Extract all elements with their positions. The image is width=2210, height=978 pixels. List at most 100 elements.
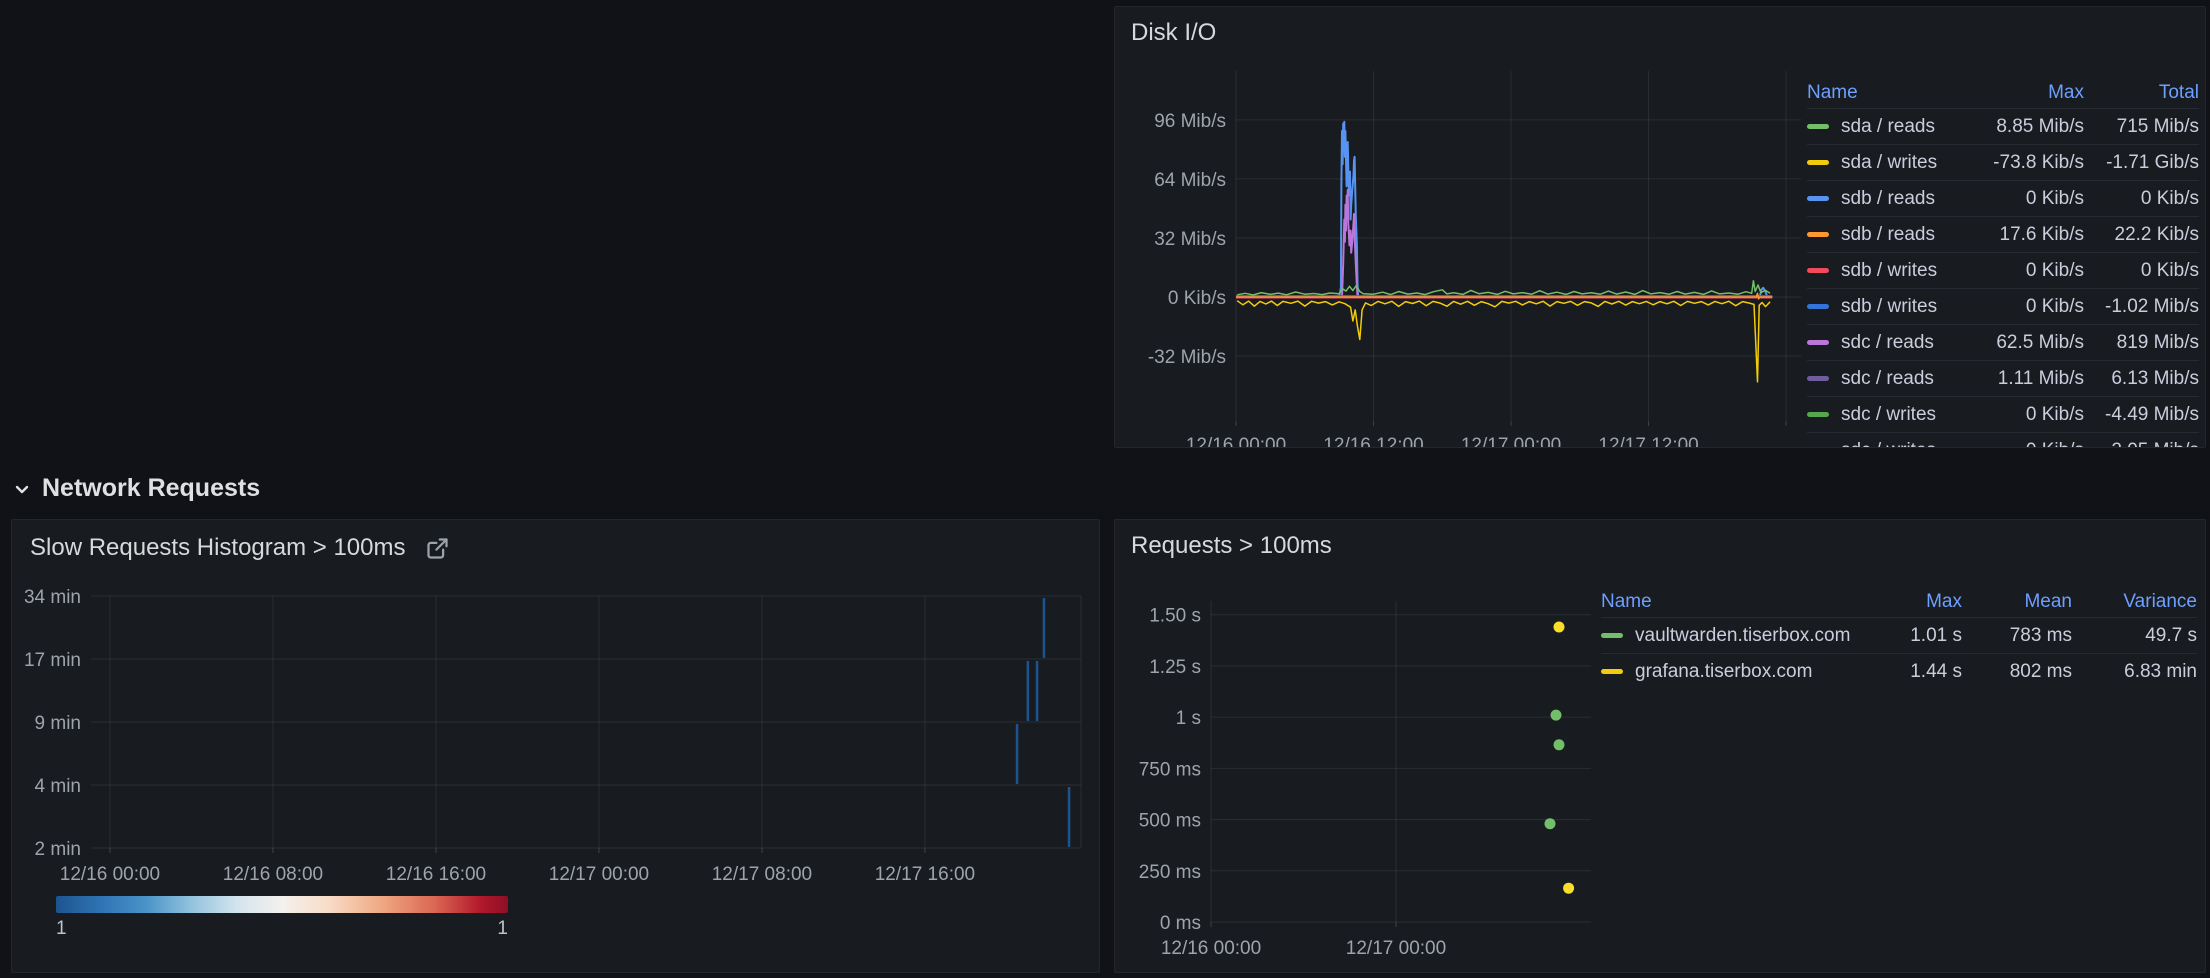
disk-x-tick-label: 12/17 00:00 [1461,435,1561,448]
legend-row[interactable]: sdb / writes0 Kib/s0 Kib/s [1807,252,2199,288]
legend-value: 0 Kib/s [1969,188,2084,210]
section-network-requests[interactable]: Network Requests [10,474,260,503]
legend-value: 6.13 Mib/s [2084,368,2199,390]
series-color-pill [1807,340,1829,345]
heatmap-cell [1068,787,1071,847]
legend-value: 22.2 Kib/s [2084,224,2199,246]
legend-value: 0 Kib/s [2084,260,2199,282]
legend-row[interactable]: sdb / writes0 Kib/s-1.02 Mib/s [1807,288,2199,324]
disk-io-legend-table: NameMaxTotalsda / reads8.85 Mib/s715 Mib… [1807,77,2199,448]
legend-row[interactable]: sdc / reads1.11 Mib/s6.13 Mib/s [1807,360,2199,396]
legend-series-name: grafana.tiserbox.com [1601,661,1867,683]
requests-legend-table: NameMaxMeanVariancevaultwarden.tiserbox.… [1601,586,2197,689]
scatter-point [1554,739,1565,750]
legend-col-variance[interactable]: Variance [2072,591,2197,613]
external-link-icon[interactable] [424,535,451,562]
heatmap-cell [1036,661,1039,721]
series-color-pill [1601,633,1623,638]
disk-y-tick-label: 64 Mib/s [1154,170,1226,191]
series-line [1237,301,1770,382]
chevron-down-icon [10,477,34,501]
series-color-pill [1601,669,1623,674]
hist-y-tick-label: 2 min [35,839,81,860]
legend-row[interactable]: sdb / reads17.6 Kib/s22.2 Kib/s [1807,216,2199,252]
series-color-pill [1807,196,1829,201]
legend-value: 1.01 s [1867,625,1962,647]
heatmap-cell [1043,598,1046,658]
disk-x-tick-label: 12/17 12:00 [1598,435,1698,448]
requests-y-tick-label: 500 ms [1139,811,1201,832]
legend-row[interactable]: grafana.tiserbox.com1.44 s802 ms6.83 min [1601,653,2197,689]
legend-col-max[interactable]: Max [1867,591,1962,613]
legend-series-name: sdc / reads [1807,368,1969,390]
disk-y-tick-label: 96 Mib/s [1154,111,1226,132]
requests-y-tick-label: 1.25 s [1149,657,1201,678]
legend-series-name: sdb / reads [1807,224,1969,246]
disk-y-tick-label: 0 Kib/s [1168,288,1226,309]
legend-value: 783 ms [1962,625,2072,647]
series-line [1237,281,1770,295]
legend-col-name[interactable]: Name [1807,82,1969,104]
legend-value: 6.83 min [2072,661,2197,683]
legend-row[interactable]: sdb / reads0 Kib/s0 Kib/s [1807,180,2199,216]
scatter-point [1545,818,1556,829]
series-color-pill [1807,304,1829,309]
legend-value: 0 Kib/s [2084,188,2199,210]
legend-value: -1.71 Gib/s [2084,152,2199,174]
legend-col-total[interactable]: Total [2084,82,2199,104]
legend-row[interactable]: sda / writes-73.8 Kib/s-1.71 Gib/s [1807,144,2199,180]
heatmap-cell [1027,661,1030,721]
section-title: Network Requests [42,474,260,503]
disk-y-tick-label: 32 Mib/s [1154,229,1226,250]
legend-row[interactable]: sdc / writes0 Kib/s-2.05 Mib/s [1807,432,2199,448]
series-color-pill [1807,232,1829,237]
legend-row[interactable]: sda / reads8.85 Mib/s715 Mib/s [1807,108,2199,144]
legend-series-name: sdb / writes [1807,296,1969,318]
legend-series-name: sdc / writes [1807,404,1969,426]
legend-series-name: sda / writes [1807,152,1969,174]
requests-x-tick-label: 12/16 00:00 [1161,938,1261,959]
hist-y-tick-label: 9 min [35,713,81,734]
disk-io-chart[interactable]: 96 Mib/s64 Mib/s32 Mib/s0 Kib/s-32 Mib/s… [1115,63,1815,448]
scatter-point [1563,883,1574,894]
scatter-point [1551,710,1562,721]
hist-y-tick-label: 17 min [24,650,81,671]
legend-col-max[interactable]: Max [1969,82,2084,104]
scatter-point [1554,622,1565,633]
panel-requests: Requests > 100ms 1.50 s1.25 s1 s750 ms50… [1114,519,2206,973]
legend-row[interactable]: sdc / writes0 Kib/s-4.49 Mib/s [1807,396,2199,432]
requests-chart[interactable]: 1.50 s1.25 s1 s750 ms500 ms250 ms0 ms12/… [1115,580,1675,965]
hist-y-tick-label: 34 min [24,587,81,608]
legend-col-mean[interactable]: Mean [1962,591,2072,613]
legend-series-name: sda / reads [1807,116,1969,138]
panel-slow-requests-histogram: Slow Requests Histogram > 100ms 12/16 00… [11,519,1100,973]
hist-y-tick-label: 4 min [35,776,81,797]
legend-value: 17.6 Kib/s [1969,224,2084,246]
legend-series-name: sdc / writes [1807,440,1969,449]
panel-title-requests[interactable]: Requests > 100ms [1131,532,1332,560]
legend-value: 1.44 s [1867,661,1962,683]
legend-header-row: NameMaxTotal [1807,77,2199,108]
hist-x-tick-label: 12/17 16:00 [875,864,975,885]
legend-col-name[interactable]: Name [1601,591,1867,613]
legend-series-name: vaultwarden.tiserbox.com [1601,625,1867,647]
hist-x-tick-label: 12/17 00:00 [549,864,649,885]
requests-y-tick-label: 0 ms [1160,913,1201,934]
histogram-chart[interactable]: 12/16 00:0012/16 08:0012/16 16:0012/17 0… [12,580,1100,892]
legend-series-name: sdb / reads [1807,188,1969,210]
legend-row[interactable]: sdc / reads62.5 Mib/s819 Mib/s [1807,324,2199,360]
legend-header-row: NameMaxMeanVariance [1601,586,2197,617]
legend-value: -1.02 Mib/s [2084,296,2199,318]
legend-value: -73.8 Kib/s [1969,152,2084,174]
legend-value: 0 Kib/s [1969,296,2084,318]
series-color-pill [1807,124,1829,129]
legend-value: 802 ms [1962,661,2072,683]
panel-title-disk-io[interactable]: Disk I/O [1131,19,1216,47]
legend-value: 1.11 Mib/s [1969,368,2084,390]
panel-title-histogram[interactable]: Slow Requests Histogram > 100ms [30,534,406,562]
legend-series-name: sdb / writes [1807,260,1969,282]
hist-x-tick-label: 12/17 08:00 [712,864,812,885]
legend-value: 819 Mib/s [2084,332,2199,354]
requests-x-tick-label: 12/17 00:00 [1346,938,1446,959]
legend-row[interactable]: vaultwarden.tiserbox.com1.01 s783 ms49.7… [1601,617,2197,653]
